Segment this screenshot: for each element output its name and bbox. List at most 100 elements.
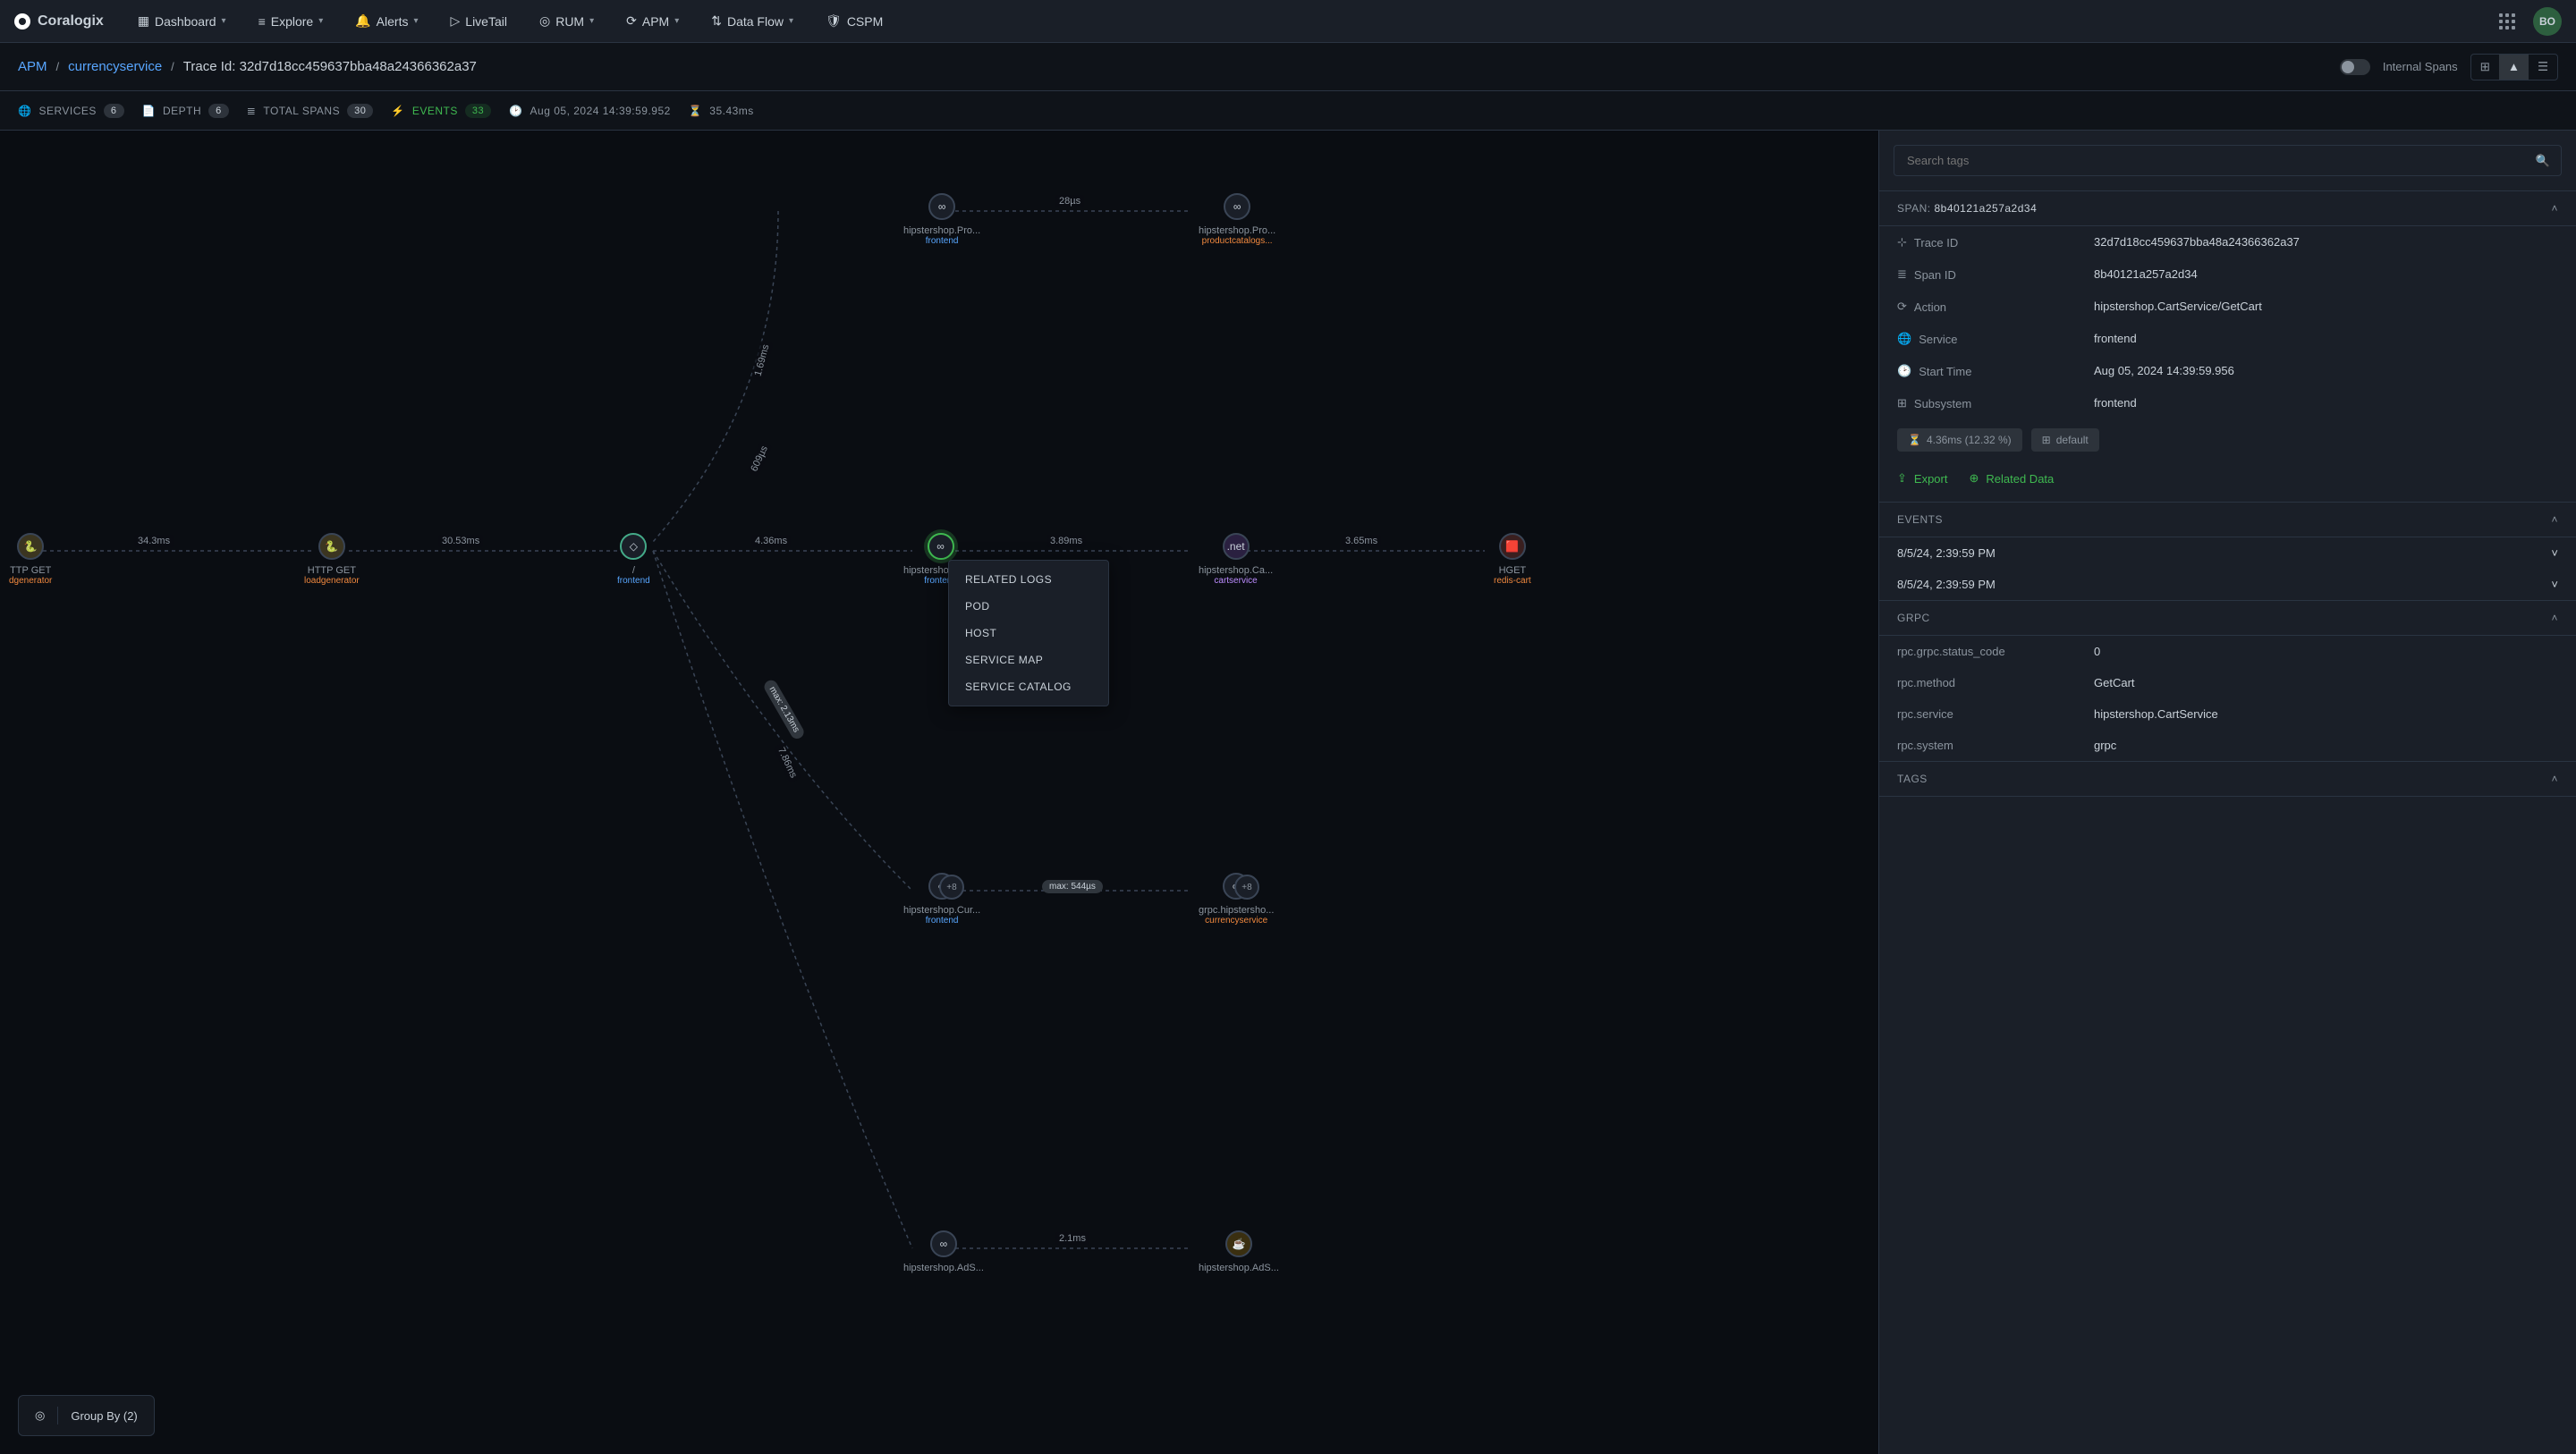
chip-group[interactable]: ⊞default: [2031, 428, 2099, 452]
edge-label: 7.86ms: [773, 742, 801, 783]
section-span[interactable]: SPAN: 8b40121a257a2d34 ˄: [1879, 190, 2576, 226]
ctx-host[interactable]: HOST: [949, 620, 1108, 647]
section-tags[interactable]: TAGS˄: [1879, 761, 2576, 797]
section-grpc[interactable]: GRPC˄: [1879, 600, 2576, 636]
ctx-related-logs[interactable]: RELATED LOGS: [949, 566, 1108, 593]
action-icon: ⟳: [1897, 300, 1907, 314]
main-split: 🐍TTP GETdgenerator 34.3ms 🐍HTTP GETloadg…: [0, 131, 2576, 1454]
chevron-up-icon: ˄: [2551, 202, 2558, 215]
kv-grpc-service: rpc.servicehipstershop.CartService: [1879, 698, 2576, 730]
plus-badge[interactable]: +8: [1234, 875, 1259, 900]
kv-grpc-status: rpc.grpc.status_code0: [1879, 636, 2576, 667]
trace-icon: ⊹: [1897, 235, 1907, 249]
trace-graph[interactable]: 🐍TTP GETdgenerator 34.3ms 🐍HTTP GETloadg…: [0, 131, 1878, 1454]
nav-dataflow[interactable]: ⇅Data Flow▾: [699, 6, 806, 36]
nav-apm[interactable]: ⟳APM▾: [614, 6, 691, 36]
globe-icon: 🌐: [1897, 332, 1911, 346]
export-button[interactable]: ⇪Export: [1897, 471, 1947, 486]
stat-depth: 📄DEPTH6: [142, 104, 229, 118]
node-ads-frontend[interactable]: ∞hipstershop.AdS...: [903, 1230, 984, 1273]
chevron-down-icon: ▾: [222, 16, 226, 26]
chevron-down-icon: ▾: [674, 16, 679, 26]
related-data-button[interactable]: ⊕Related Data: [1969, 471, 2054, 486]
node-prod-frontend[interactable]: ∞hipstershop.Pro...frontend: [903, 193, 980, 246]
target-icon: ◎: [35, 1408, 45, 1423]
node-httpget[interactable]: 🐍HTTP GETloadgenerator: [304, 533, 360, 586]
search-input[interactable]: [1905, 153, 2536, 168]
depth-icon: 📄: [142, 105, 156, 117]
nav-livetail[interactable]: ▷LiveTail: [438, 6, 520, 36]
apm-icon: ⟳: [626, 13, 637, 29]
stat-total-spans: ≣TOTAL SPANS30: [247, 104, 374, 118]
nav-cspm[interactable]: 🛡CSPM: [813, 6, 895, 36]
view-segmented: ⊞ ▲ ☰: [2470, 54, 2558, 80]
node-prod-catalog[interactable]: ∞hipstershop.Pro...productcatalogs...: [1199, 193, 1275, 246]
section-events[interactable]: EVENTS˄: [1879, 502, 2576, 537]
dashboard-icon: ▦: [138, 13, 149, 29]
brand-text: Coralogix: [38, 13, 104, 30]
group-by-control[interactable]: ◎ Group By (2): [18, 1395, 155, 1436]
stat-services: 🌐SERVICES6: [18, 104, 124, 118]
apps-grid-icon[interactable]: [2499, 13, 2515, 30]
view-map-button[interactable]: ⊞: [2471, 55, 2499, 80]
ctx-service-catalog[interactable]: SERVICE CATALOG: [949, 673, 1108, 700]
clock-icon: 🕑: [509, 105, 522, 117]
chevron-down-icon: ▾: [789, 16, 793, 26]
edge-label: 28µs: [1055, 195, 1084, 207]
kv-action: ⟳Actionhipstershop.CartService/GetCart: [1879, 291, 2576, 323]
edge-pill-curve: max: 2.13ms: [762, 678, 807, 741]
plus-badge[interactable]: +8: [939, 875, 964, 900]
chevron-down-icon: ˅: [2551, 546, 2558, 560]
span-details-panel: 🔍 SPAN: 8b40121a257a2d34 ˄ ⊹Trace ID32d7…: [1878, 131, 2576, 1454]
view-tree-button[interactable]: ▲: [2499, 55, 2529, 80]
event-row[interactable]: 8/5/24, 2:39:59 PM˅: [1879, 537, 2576, 569]
nav-alerts[interactable]: 🔔Alerts▾: [343, 6, 430, 36]
chevron-up-icon: ˄: [2551, 612, 2558, 624]
kv-grpc-system: rpc.systemgrpc: [1879, 730, 2576, 761]
grid-icon: ⊞: [2042, 434, 2051, 446]
nav-dashboard[interactable]: ▦Dashboard▾: [125, 6, 239, 36]
context-menu: RELATED LOGS POD HOST SERVICE MAP SERVIC…: [948, 560, 1109, 706]
event-row[interactable]: 8/5/24, 2:39:59 PM˅: [1879, 569, 2576, 600]
node-cartservice[interactable]: .nethipstershop.Ca...cartservice: [1199, 533, 1273, 586]
breadcrumb-apm[interactable]: APM: [18, 59, 47, 74]
kv-trace-id: ⊹Trace ID32d7d18cc459637bba48a24366362a3…: [1879, 226, 2576, 258]
node-ttpget[interactable]: 🐍TTP GETdgenerator: [9, 533, 52, 586]
livetail-icon: ▷: [451, 13, 461, 29]
kv-span-id: ≣Span ID8b40121a257a2d34: [1879, 258, 2576, 291]
internal-spans-toggle[interactable]: [2340, 59, 2370, 75]
chevron-up-icon: ˄: [2551, 773, 2558, 785]
chevron-down-icon: ▾: [589, 16, 594, 26]
view-list-button[interactable]: ☰: [2529, 55, 2557, 80]
stat-timestamp: 🕑Aug 05, 2024 14:39:59.952: [509, 105, 671, 117]
spans-icon: ≣: [247, 105, 257, 117]
action-row: ⇪Export ⊕Related Data: [1879, 461, 2576, 502]
subsystem-icon: ⊞: [1897, 396, 1907, 410]
node-hget[interactable]: 🟥HGETredis-cart: [1494, 533, 1531, 586]
hourglass-icon: ⏳: [689, 105, 702, 117]
dataflow-icon: ⇅: [711, 13, 722, 29]
globe-icon: 🌐: [18, 105, 31, 117]
edge-label: 2.1ms: [1055, 1232, 1089, 1245]
edge-label: 3.65ms: [1342, 535, 1381, 547]
node-slash[interactable]: ◇/frontend: [617, 533, 650, 586]
export-icon: ⇪: [1897, 471, 1907, 486]
breadcrumb-trace: Trace Id: 32d7d18cc459637bba48a24366362a…: [183, 59, 477, 74]
edge-label: 30.53ms: [438, 535, 483, 547]
nav-rum[interactable]: ◎RUM▾: [527, 6, 606, 36]
rum-icon: ◎: [539, 13, 550, 29]
avatar[interactable]: BO: [2533, 7, 2562, 36]
kv-subsystem: ⊞Subsystemfrontend: [1879, 387, 2576, 419]
ctx-service-map[interactable]: SERVICE MAP: [949, 647, 1108, 673]
edge-label: 609µs: [747, 441, 773, 478]
node-ads-service[interactable]: ☕hipstershop.AdS...: [1199, 1230, 1279, 1273]
ctx-pod[interactable]: POD: [949, 593, 1108, 620]
chevron-down-icon: ▾: [413, 16, 418, 26]
breadcrumb-service[interactable]: currencyservice: [68, 59, 162, 74]
search-tags[interactable]: 🔍: [1894, 145, 2562, 176]
edge-label: 4.36ms: [751, 535, 791, 547]
edge-label: 34.3ms: [134, 535, 174, 547]
explore-icon: ≡: [258, 14, 266, 29]
brand[interactable]: Coralogix: [14, 13, 104, 30]
nav-explore[interactable]: ≡Explore▾: [246, 7, 336, 36]
